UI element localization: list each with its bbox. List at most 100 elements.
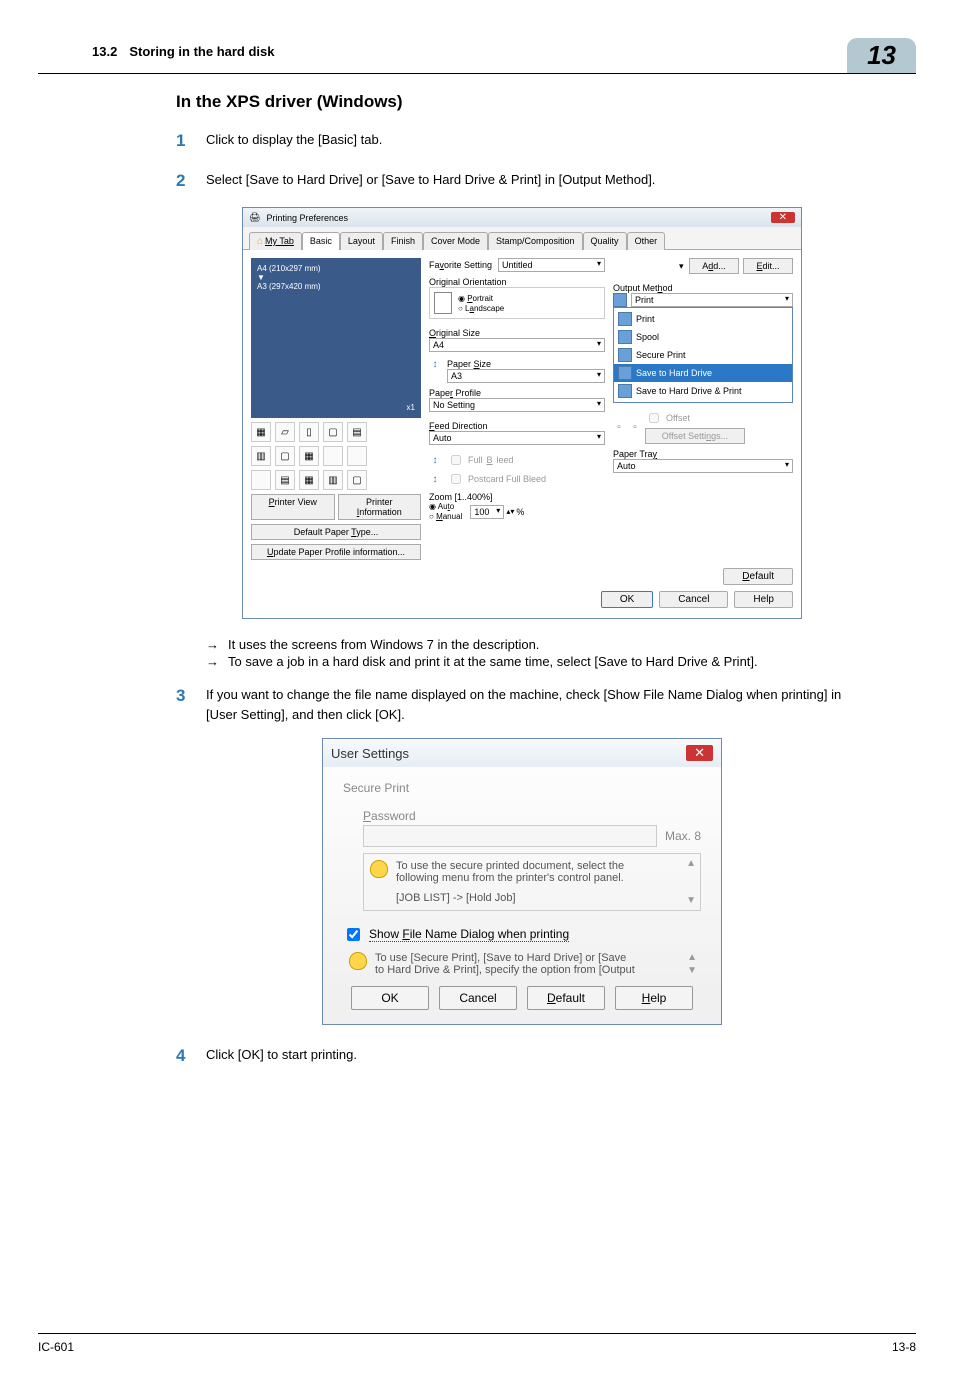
- arrow-icon: →: [206, 637, 228, 652]
- preview-icons-3: ▤ ▦ ▥ ▢: [251, 470, 421, 490]
- close-icon[interactable]: ✕: [686, 745, 713, 761]
- option-icon[interactable]: ▤: [275, 470, 295, 490]
- output-item-save-hd[interactable]: Save to Hard Drive: [614, 364, 792, 382]
- section-num: 13.2: [38, 38, 129, 73]
- hint-line: To use [Secure Print], [Save to Hard Dri…: [375, 952, 635, 964]
- edit-button[interactable]: Edit...: [743, 258, 793, 274]
- save-hd-print-icon: [618, 384, 632, 398]
- add-button[interactable]: Add...: [689, 258, 739, 274]
- paper-profile-label: Paper Profile: [429, 388, 605, 398]
- help-button[interactable]: Help: [734, 591, 793, 608]
- preview-icons-2: ▥ ▢ ▦: [251, 446, 421, 466]
- option-icon[interactable]: ▤: [347, 422, 367, 442]
- option-icon[interactable]: ▥: [251, 446, 271, 466]
- paper-profile-select[interactable]: No Setting: [429, 398, 605, 412]
- scroll-down-icon[interactable]: ▼: [687, 965, 697, 976]
- arrow-down-icon: ↕: [429, 359, 441, 370]
- scroll-up-icon[interactable]: ▲: [686, 858, 696, 869]
- output-icon: [613, 293, 627, 307]
- tab-mytab[interactable]: ⌂My Tab: [249, 232, 302, 250]
- tab-layout[interactable]: Layout: [340, 232, 383, 250]
- step-2-sub-2: → To save a job in a hard disk and print…: [206, 654, 868, 669]
- orientation-label: Original Orientation: [429, 277, 605, 287]
- dialog-title: Printing Preferences: [266, 213, 348, 223]
- printer-info-button[interactable]: Printer Information: [338, 494, 422, 520]
- step-num: 2: [176, 168, 206, 194]
- output-item-spool[interactable]: Spool: [614, 328, 792, 346]
- tab-finish[interactable]: Finish: [383, 232, 423, 250]
- default-paper-type-button[interactable]: Default Paper Type...: [251, 524, 421, 540]
- checkbox[interactable]: [347, 928, 360, 941]
- ok-button[interactable]: OK: [351, 986, 429, 1010]
- landscape-radio[interactable]: ○ Landscape: [458, 304, 504, 313]
- cancel-button[interactable]: Cancel: [659, 591, 728, 608]
- tab-other[interactable]: Other: [627, 232, 666, 250]
- favorite-label: Favorite Setting: [429, 260, 492, 270]
- password-input[interactable]: [363, 825, 657, 847]
- printer-view-button[interactable]: Printer View: [251, 494, 335, 520]
- option-icon[interactable]: ▦: [299, 470, 319, 490]
- default-button[interactable]: Default: [527, 986, 605, 1010]
- output-item-save-hd-print[interactable]: Save to Hard Drive & Print: [614, 382, 792, 400]
- paper-tray-select[interactable]: Auto: [613, 459, 793, 473]
- option-icon[interactable]: ▢: [275, 446, 295, 466]
- screenshot-user-settings: User Settings ✕ Secure Print Password Ma…: [176, 738, 868, 1025]
- option-icon[interactable]: ▦: [251, 422, 271, 442]
- output-method-select[interactable]: Print: [631, 293, 793, 307]
- zoom-label: Zoom [1..400%]: [429, 492, 605, 502]
- option-icon[interactable]: ▢: [323, 422, 343, 442]
- default-button[interactable]: Default: [723, 568, 793, 585]
- option-icon[interactable]: ▥: [323, 470, 343, 490]
- step-text: Click to display the [Basic] tab.: [206, 128, 868, 154]
- step-text: Click [OK] to start printing.: [206, 1043, 868, 1069]
- help-button[interactable]: Help: [615, 986, 693, 1010]
- offset-check[interactable]: Offset: [645, 410, 793, 426]
- tab-stamp[interactable]: Stamp/Composition: [488, 232, 583, 250]
- scroll-up-icon[interactable]: ▲: [687, 952, 697, 963]
- tab-quality[interactable]: Quality: [583, 232, 627, 250]
- section-title: Storing in the hard disk: [129, 38, 847, 73]
- favorite-select[interactable]: Untitled: [498, 258, 605, 272]
- orig-size-select[interactable]: A4: [429, 338, 605, 352]
- bleed-icon-1: ↕: [429, 455, 441, 466]
- tab-covermode[interactable]: Cover Mode: [423, 232, 488, 250]
- dialog-printing-preferences: 🖨 Printing Preferences ✕ ⌂My Tab Basic L…: [242, 207, 802, 619]
- zoom-manual-radio[interactable]: ○ Manual: [429, 512, 462, 521]
- step-num: 3: [176, 683, 206, 724]
- update-paper-profile-button[interactable]: Update Paper Profile information...: [251, 544, 421, 560]
- option-icon[interactable]: ▦: [299, 446, 319, 466]
- offset-icon-1: ▫: [613, 422, 625, 433]
- paper-size-select[interactable]: A3: [447, 369, 605, 383]
- option-icon[interactable]: ▯: [299, 422, 319, 442]
- option-icon[interactable]: ▱: [275, 422, 295, 442]
- paper-tray-label: Paper Tray: [613, 449, 793, 459]
- output-item-secure[interactable]: Secure Print: [614, 346, 792, 364]
- feed-dir-select[interactable]: Auto: [429, 431, 605, 445]
- zoom-auto-radio[interactable]: ◉ Auto: [429, 502, 462, 511]
- sub-text: It uses the screens from Windows 7 in th…: [228, 637, 868, 652]
- option-icon[interactable]: ▢: [347, 470, 367, 490]
- hint-line: following menu from the printer's contro…: [396, 872, 624, 884]
- print-icon: [618, 312, 632, 326]
- step-2: 2 Select [Save to Hard Drive] or [Save t…: [176, 168, 868, 194]
- cancel-button[interactable]: Cancel: [439, 986, 517, 1010]
- close-icon[interactable]: ✕: [771, 212, 795, 223]
- offset-settings-button[interactable]: Offset Settings...: [645, 428, 745, 444]
- orientation-box: ◉ Portrait ○ Landscape: [429, 287, 605, 319]
- dialog-titlebar: 🖨 Printing Preferences ✕: [243, 208, 801, 227]
- postcard-bleed-check[interactable]: Postcard Full Bleed: [447, 471, 546, 487]
- ok-button[interactable]: OK: [601, 591, 653, 608]
- portrait-radio[interactable]: ◉ Portrait: [458, 294, 504, 303]
- offset-icon-2: ▫: [629, 422, 641, 433]
- content: In the XPS driver (Windows) 1 Click to d…: [0, 74, 954, 1069]
- orig-size-label: Original Size: [429, 328, 605, 338]
- tab-basic[interactable]: Basic: [302, 232, 340, 250]
- scroll-down-icon[interactable]: ▼: [686, 895, 696, 906]
- full-bleed-check[interactable]: Full Bleed: [447, 452, 514, 468]
- heading: In the XPS driver (Windows): [176, 92, 868, 112]
- show-filename-checkbox[interactable]: Show File Name Dialog when printing: [343, 925, 701, 944]
- output-item-print[interactable]: Print: [614, 310, 792, 328]
- feed-dir-label: Feed Direction: [429, 421, 605, 431]
- zoom-value[interactable]: 100: [470, 505, 504, 519]
- orientation-thumb: [434, 292, 452, 314]
